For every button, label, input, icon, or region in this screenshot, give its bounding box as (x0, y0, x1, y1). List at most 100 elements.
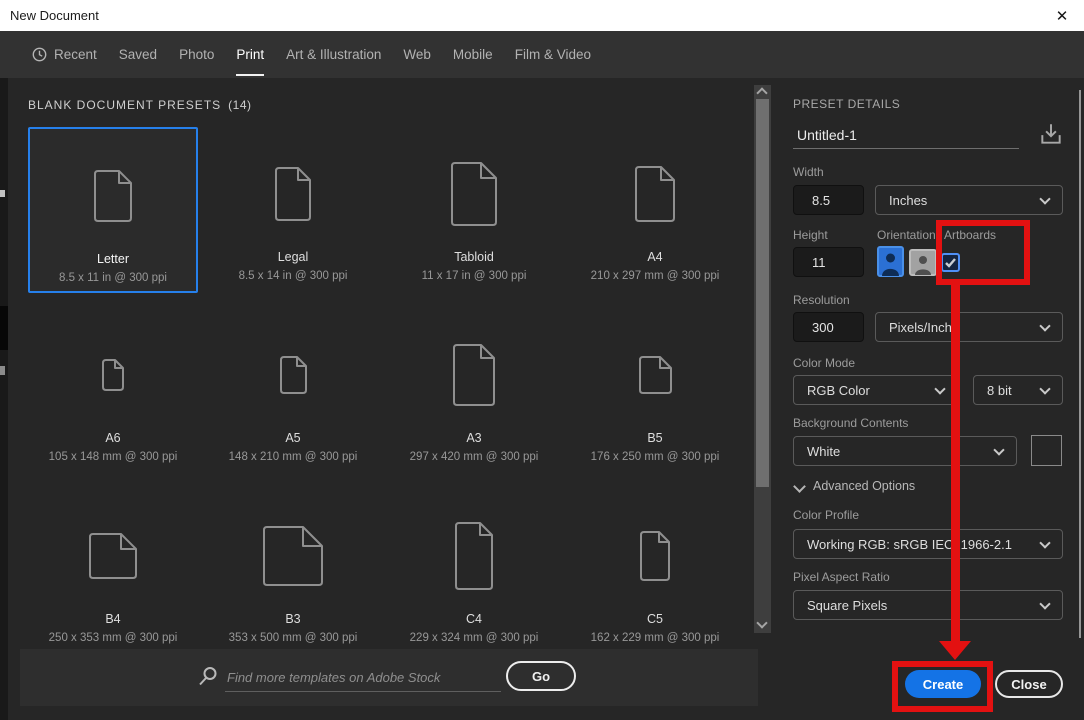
orientation-portrait-button[interactable] (877, 246, 904, 282)
tab-art-illustration[interactable]: Art & Illustration (286, 31, 381, 78)
stock-search-input[interactable] (225, 663, 501, 692)
document-name-field[interactable] (793, 122, 1019, 149)
presets-count: (14) (228, 98, 252, 112)
preset-name: B5 (647, 431, 663, 445)
color-profile-select[interactable]: Working RGB: sRGB IEC61966-2.1 (793, 529, 1063, 559)
document-icon (94, 129, 132, 249)
preset-name: C4 (466, 612, 482, 626)
preset-dimensions: 229 x 324 mm @ 300 ppi (409, 632, 539, 644)
preset-dimensions: 148 x 210 mm @ 300 ppi (228, 451, 358, 463)
annotation-box-create (892, 661, 993, 712)
height-input[interactable] (793, 247, 864, 277)
width-input[interactable] (793, 185, 864, 215)
chevron-down-icon (1039, 383, 1051, 395)
preset-dimensions: 11 x 17 in @ 300 ppi (421, 270, 527, 282)
preset-dimensions: 210 x 297 mm @ 300 ppi (590, 270, 720, 282)
preset-card-letter[interactable]: Letter 8.5 x 11 in @ 300 ppi (28, 127, 198, 293)
preset-dimensions: 8.5 x 11 in @ 300 ppi (58, 272, 167, 284)
chevron-down-icon (1039, 537, 1051, 549)
preset-dimensions: 353 x 500 mm @ 300 ppi (228, 632, 358, 644)
annotation-box-artboards (936, 220, 1030, 285)
titlebar: New Document ✕ (0, 0, 1084, 31)
scroll-up-icon[interactable] (756, 87, 768, 99)
preset-card-c5[interactable]: C5 162 x 229 mm @ 300 ppi (570, 489, 740, 655)
scrollbar-thumb[interactable] (756, 99, 769, 487)
clock-icon (32, 47, 47, 62)
background-color-swatch[interactable] (1031, 435, 1062, 466)
document-icon (89, 489, 137, 609)
close-button[interactable]: Close (995, 670, 1063, 698)
resolution-input[interactable] (793, 312, 864, 342)
chevron-down-icon (993, 444, 1005, 456)
resolution-unit-select[interactable]: Pixels/Inch (875, 312, 1063, 342)
document-icon (635, 127, 675, 247)
advanced-options-toggle[interactable]: Advanced Options (813, 479, 915, 493)
new-document-dialog: New Document ✕ Recent Saved Photo Print Art … (0, 0, 1084, 720)
tab-label: Art & Illustration (286, 47, 382, 62)
go-button[interactable]: Go (506, 661, 576, 691)
preset-name: Legal (277, 250, 309, 264)
preset-name: Letter (97, 252, 129, 266)
document-icon (451, 127, 497, 247)
preset-card-a6[interactable]: A6 105 x 148 mm @ 300 ppi (28, 308, 198, 474)
orientation-label: Orientation (877, 228, 936, 242)
orientation-landscape-button[interactable] (909, 249, 937, 281)
pixel-aspect-ratio-select[interactable]: Square Pixels (793, 590, 1063, 620)
tab-film-video[interactable]: Film & Video (515, 31, 591, 78)
tab-print[interactable]: Print (236, 31, 264, 78)
tab-photo[interactable]: Photo (179, 31, 214, 78)
search-icon (197, 666, 218, 692)
pixel-aspect-ratio-label: Pixel Aspect Ratio (793, 570, 890, 584)
annotation-arrow-shaft (951, 283, 960, 642)
close-window-button[interactable]: ✕ (1046, 0, 1078, 31)
scroll-down-icon[interactable] (756, 617, 768, 629)
details-panel-scroll-edge (1079, 90, 1081, 638)
color-mode-label: Color Mode (793, 356, 856, 370)
document-icon (640, 489, 670, 609)
tab-web[interactable]: Web (403, 31, 431, 78)
unit-select[interactable]: Inches (875, 185, 1063, 215)
bit-depth-select[interactable]: 8 bit (973, 375, 1063, 405)
presets-scrollbar[interactable] (754, 85, 771, 633)
tab-saved[interactable]: Saved (119, 31, 157, 78)
background-contents-select[interactable]: White (793, 436, 1017, 466)
preset-dimensions: 8.5 x 14 in @ 300 ppi (238, 270, 348, 282)
color-profile-label: Color Profile (793, 508, 860, 522)
preset-details-header: PRESET DETAILS (793, 97, 901, 111)
preset-card-a4[interactable]: A4 210 x 297 mm @ 300 ppi (570, 127, 740, 293)
preset-card-a3[interactable]: A3 297 x 420 mm @ 300 ppi (389, 308, 559, 474)
preset-name: Tabloid (454, 250, 494, 264)
document-icon (275, 127, 311, 247)
advanced-options-chevron-icon[interactable] (793, 480, 806, 493)
color-mode-select[interactable]: RGB Color (793, 375, 958, 405)
preset-name: A4 (647, 250, 663, 264)
preset-card-legal[interactable]: Legal 8.5 x 14 in @ 300 ppi (208, 127, 378, 293)
preset-name: C5 (647, 612, 663, 626)
tab-label: Saved (118, 47, 158, 62)
document-icon (455, 489, 493, 609)
tab-label: Recent (54, 47, 97, 62)
background-contents-label: Background Contents (793, 416, 909, 430)
save-preset-icon[interactable] (1038, 121, 1064, 152)
preset-name: A6 (105, 431, 121, 445)
preset-name: B3 (285, 612, 301, 626)
document-icon (638, 308, 672, 428)
close-icon: ✕ (1055, 7, 1069, 25)
window-title: New Document (10, 8, 99, 23)
height-label: Height (793, 228, 828, 242)
preset-card-a5[interactable]: A5 148 x 210 mm @ 300 ppi (208, 308, 378, 474)
annotation-arrow-head (939, 641, 971, 660)
presets-section-header: BLANK DOCUMENT PRESETS (14) (28, 98, 252, 112)
preset-card-c4[interactable]: C4 229 x 324 mm @ 300 ppi (389, 489, 559, 655)
preset-card-b4[interactable]: B4 250 x 353 mm @ 300 ppi (28, 489, 198, 655)
tab-mobile[interactable]: Mobile (453, 31, 493, 78)
preset-dimensions: 297 x 420 mm @ 300 ppi (409, 451, 539, 463)
tab-recent[interactable]: Recent (32, 31, 97, 78)
preset-card-b5[interactable]: B5 176 x 250 mm @ 300 ppi (570, 308, 740, 474)
preset-card-tabloid[interactable]: Tabloid 11 x 17 in @ 300 ppi (389, 127, 559, 293)
preset-name: A5 (285, 431, 301, 445)
preset-card-b3[interactable]: B3 353 x 500 mm @ 300 ppi (208, 489, 378, 655)
preset-dimensions: 250 x 353 mm @ 300 ppi (48, 632, 178, 644)
tab-label: Photo (179, 47, 215, 62)
tab-label: Mobile (452, 47, 493, 62)
